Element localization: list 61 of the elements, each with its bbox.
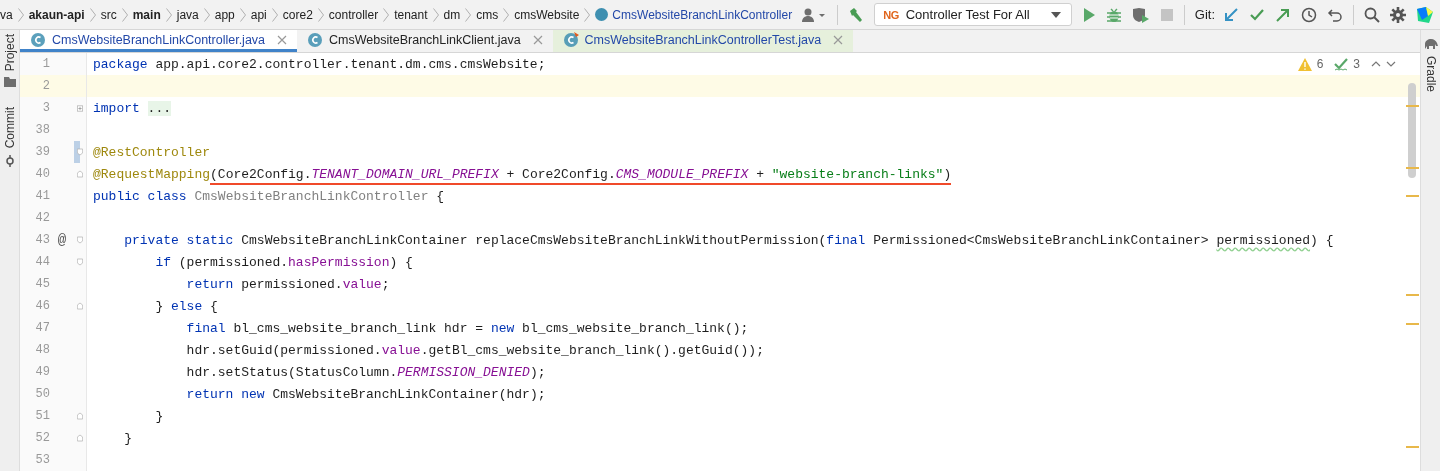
line-number: 53 <box>34 453 50 467</box>
breadcrumb-item[interactable]: CmsWebsiteBranchLinkController <box>595 7 793 22</box>
line-number: 48 <box>34 343 50 357</box>
code-line: private static CmsWebsiteBranchLinkContainer replaceCmsWebsiteBranchLinkWithoutPermission(final Permissioned<CmsWebsiteBranchLinkContainer> permissioned) { <box>123 232 1334 248</box>
line-number: 2 <box>41 79 50 93</box>
line-number: 46 <box>34 299 50 313</box>
code-line: return permissioned.value; <box>185 276 390 292</box>
line-number: 47 <box>34 321 50 335</box>
line-number: 44 <box>34 255 50 269</box>
line-number: 40 <box>34 167 50 181</box>
breadcrumb-item[interactable]: app <box>214 7 235 22</box>
code-line: } <box>154 408 164 424</box>
breadcrumb-item[interactable]: tenant <box>394 7 428 22</box>
code-line: } else { <box>154 298 218 314</box>
code-line: @RestController <box>93 144 211 160</box>
line-number: 38 <box>34 123 50 137</box>
line-number: 50 <box>34 387 50 401</box>
line-number: 43 <box>34 233 50 247</box>
line-number: 41 <box>34 189 50 203</box>
breadcrumb-item[interactable]: dm <box>443 7 461 22</box>
breadcrumb-item[interactable]: main <box>132 7 161 22</box>
git-label: Git: <box>1194 7 1215 22</box>
breadcrumb-item[interactable]: api <box>250 7 267 22</box>
breadcrumb-item[interactable]: core2 <box>282 7 313 22</box>
line-number: 42 <box>34 211 50 225</box>
run-config-dropdown[interactable]: NG Controller Test For All <box>874 3 1072 26</box>
code-line: package app.api.core2.controller.tenant.dm.cms.cmsWebsite; <box>93 56 546 72</box>
file-tab[interactable]: CmsWebsiteBranchLinkController.java <box>20 30 298 52</box>
file-tab[interactable]: CmsWebsiteBranchLinkClient.java <box>297 30 553 52</box>
tool-window-tab[interactable]: Gradle <box>1423 56 1438 93</box>
tool-window-tab[interactable]: Commit <box>2 107 17 149</box>
breadcrumb-item[interactable]: java <box>176 7 199 22</box>
code-line: @RequestMapping(Core2Config.TENANT_DOMAIN_URL_PREFIX + Core2Config.CMS_MODULE_PREFIX + "website-branch-links") <box>93 166 952 182</box>
warning-count[interactable]: 6 <box>1316 57 1324 71</box>
breadcrumb-item[interactable]: controller <box>328 7 379 22</box>
run-config-label: Controller Test For All <box>905 7 1030 22</box>
code-line: final bl_cms_website_branch_link hdr = new bl_cms_website_branch_link(); <box>185 320 749 336</box>
line-number: 3 <box>41 101 50 115</box>
code-line: hdr.setStatus(StatusColumn.PERMISSION_DENIED); <box>185 364 546 380</box>
line-number: 45 <box>34 277 50 291</box>
line-number: 51 <box>34 409 50 423</box>
code-line: return new CmsWebsiteBranchLinkContainer(hdr); <box>185 386 546 402</box>
breadcrumb-item[interactable]: cms <box>476 7 499 22</box>
code-line: import ... <box>93 100 171 116</box>
override-mark[interactable]: @ <box>57 232 67 248</box>
breadcrumb-item[interactable]: akaun-api <box>28 7 85 22</box>
code-line: if (permissioned.hasPermission) { <box>154 254 413 270</box>
line-number: 52 <box>34 431 50 445</box>
file-tab[interactable]: CmsWebsiteBranchLinkControllerTest.java <box>552 30 854 52</box>
code-line: public class CmsWebsiteBranchLinkController { <box>93 188 445 204</box>
breadcrumb-item[interactable]: cmsWebsite <box>514 7 580 22</box>
breadcrumb-item[interactable]: va <box>0 7 13 22</box>
line-number: 1 <box>41 57 50 71</box>
tool-window-tab[interactable]: Project <box>2 34 17 72</box>
line-number: 49 <box>34 365 50 379</box>
code-line: hdr.setGuid(permissioned.value.getBl_cms_website_branch_link().getGuid()); <box>185 342 764 358</box>
line-number: 39 <box>34 145 50 159</box>
config-label: NG <box>883 8 899 21</box>
breadcrumb-item[interactable]: src <box>100 7 117 22</box>
code-line: } <box>123 430 132 446</box>
weak-warning-count[interactable]: 3 <box>1353 57 1360 71</box>
